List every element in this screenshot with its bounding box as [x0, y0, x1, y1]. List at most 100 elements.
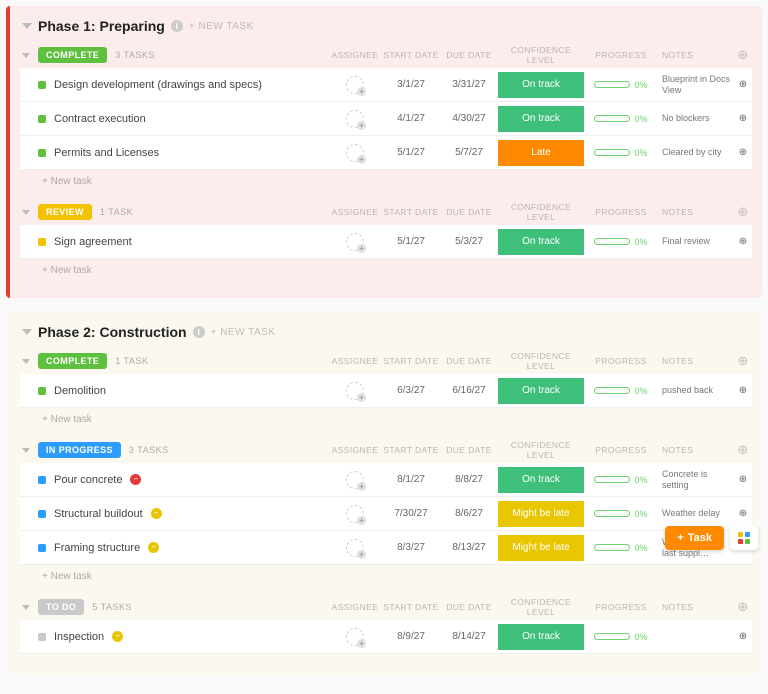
start-date[interactable]: 6/3/27 — [382, 385, 440, 396]
row-add-button[interactable]: ⊕ — [734, 236, 752, 247]
collapse-group-icon[interactable] — [22, 448, 30, 453]
column-header-progress[interactable]: PROGRESS — [584, 50, 658, 60]
notes-cell[interactable]: Weather delay — [658, 508, 734, 519]
confidence-level[interactable]: On track — [498, 467, 584, 493]
progress-bar[interactable] — [594, 510, 630, 517]
status-pill[interactable]: COMPLETE — [38, 47, 107, 63]
start-date[interactable]: 5/1/27 — [382, 147, 440, 158]
start-date[interactable]: 8/3/27 — [382, 542, 440, 553]
collapse-group-icon[interactable] — [22, 53, 30, 58]
add-column-button[interactable]: ⊕ — [734, 599, 752, 615]
column-header-confidence[interactable]: CONFIDENCE LEVEL — [498, 202, 584, 222]
notes-cell[interactable]: pushed back — [658, 385, 734, 396]
group-new-task-button[interactable]: + New task — [20, 408, 752, 427]
status-pill[interactable]: COMPLETE — [38, 353, 107, 369]
row-add-button[interactable]: ⊕ — [734, 474, 752, 485]
task-name[interactable]: Pour concrete — [54, 474, 122, 486]
due-date[interactable]: 4/30/27 — [440, 113, 498, 124]
column-header-due[interactable]: DUE DATE — [440, 50, 498, 60]
task-row[interactable]: Framing structure–8/3/278/13/27Might be … — [20, 531, 752, 565]
task-priority-dot-icon[interactable]: – — [151, 508, 162, 519]
assign-user-button[interactable] — [346, 233, 364, 251]
assign-user-button[interactable] — [346, 471, 364, 489]
collapse-group-icon[interactable] — [22, 359, 30, 364]
task-name[interactable]: Inspection — [54, 631, 104, 643]
phase-title[interactable]: Phase 1: Preparing — [38, 18, 165, 34]
add-column-button[interactable]: ⊕ — [734, 204, 752, 220]
column-header-due[interactable]: DUE DATE — [440, 356, 498, 366]
column-header-progress[interactable]: PROGRESS — [584, 602, 658, 612]
column-header-confidence[interactable]: CONFIDENCE LEVEL — [498, 45, 584, 65]
confidence-level[interactable]: Might be late — [498, 501, 584, 527]
info-icon[interactable]: i — [193, 326, 205, 338]
group-new-task-button[interactable]: + New task — [20, 259, 752, 278]
task-priority-dot-icon[interactable]: – — [148, 542, 159, 553]
add-column-button[interactable]: ⊕ — [734, 47, 752, 63]
progress-bar[interactable] — [594, 81, 630, 88]
collapse-group-icon[interactable] — [22, 210, 30, 215]
confidence-level[interactable]: Late — [498, 140, 584, 166]
due-date[interactable]: 5/3/27 — [440, 236, 498, 247]
due-date[interactable]: 8/14/27 — [440, 631, 498, 642]
start-date[interactable]: 8/9/27 — [382, 631, 440, 642]
progress-bar[interactable] — [594, 387, 630, 394]
column-header-confidence[interactable]: CONFIDENCE LEVEL — [498, 440, 584, 460]
add-column-button[interactable]: ⊕ — [734, 442, 752, 458]
add-column-button[interactable]: ⊕ — [734, 353, 752, 369]
task-row[interactable]: Inspection–8/9/278/14/27On track0%⊕ — [20, 620, 752, 654]
row-add-button[interactable]: ⊕ — [734, 113, 752, 124]
group-new-task-button[interactable]: + New task — [20, 565, 752, 584]
task-status-square-icon[interactable] — [38, 238, 46, 246]
column-header-start[interactable]: START DATE — [382, 50, 440, 60]
confidence-level[interactable]: On track — [498, 229, 584, 255]
column-header-assignee[interactable]: ASSIGNEE — [328, 207, 382, 217]
notes-cell[interactable]: No blockers — [658, 113, 734, 124]
due-date[interactable]: 6/16/27 — [440, 385, 498, 396]
column-header-progress[interactable]: PROGRESS — [584, 445, 658, 455]
column-header-start[interactable]: START DATE — [382, 602, 440, 612]
task-row[interactable]: Permits and Licenses5/1/275/7/27Late0%Cl… — [20, 136, 752, 170]
column-header-due[interactable]: DUE DATE — [440, 602, 498, 612]
task-status-square-icon[interactable] — [38, 476, 46, 484]
column-header-due[interactable]: DUE DATE — [440, 207, 498, 217]
task-status-square-icon[interactable] — [38, 81, 46, 89]
column-header-notes[interactable]: NOTES — [658, 356, 734, 366]
task-priority-dot-icon[interactable]: – — [130, 474, 141, 485]
task-status-square-icon[interactable] — [38, 387, 46, 395]
due-date[interactable]: 5/7/27 — [440, 147, 498, 158]
task-name[interactable]: Contract execution — [54, 113, 146, 125]
task-name[interactable]: Demolition — [54, 385, 106, 397]
task-status-square-icon[interactable] — [38, 544, 46, 552]
task-name[interactable]: Structural buildout — [54, 508, 143, 520]
assign-user-button[interactable] — [346, 628, 364, 646]
group-new-task-button[interactable]: + New task — [20, 170, 752, 189]
new-task-fab[interactable]: + Task — [665, 526, 724, 550]
phase-new-task-button[interactable]: + NEW TASK — [189, 21, 254, 32]
assign-user-button[interactable] — [346, 76, 364, 94]
progress-bar[interactable] — [594, 115, 630, 122]
column-header-progress[interactable]: PROGRESS — [584, 356, 658, 366]
progress-bar[interactable] — [594, 544, 630, 551]
column-header-due[interactable]: DUE DATE — [440, 445, 498, 455]
collapse-phase-icon[interactable] — [22, 329, 32, 335]
status-pill[interactable]: REVIEW — [38, 204, 92, 220]
progress-bar[interactable] — [594, 149, 630, 156]
start-date[interactable]: 5/1/27 — [382, 236, 440, 247]
column-header-confidence[interactable]: CONFIDENCE LEVEL — [498, 351, 584, 371]
task-status-square-icon[interactable] — [38, 510, 46, 518]
confidence-level[interactable]: On track — [498, 106, 584, 132]
progress-bar[interactable] — [594, 633, 630, 640]
column-header-confidence[interactable]: CONFIDENCE LEVEL — [498, 597, 584, 617]
notes-cell[interactable]: Blueprint in Docs View — [658, 74, 734, 96]
row-add-button[interactable]: ⊕ — [734, 631, 752, 642]
task-status-square-icon[interactable] — [38, 149, 46, 157]
task-row[interactable]: Structural buildout–7/30/278/6/27Might b… — [20, 497, 752, 531]
due-date[interactable]: 3/31/27 — [440, 79, 498, 90]
row-add-button[interactable]: ⊕ — [734, 385, 752, 396]
task-status-square-icon[interactable] — [38, 633, 46, 641]
column-header-assignee[interactable]: ASSIGNEE — [328, 356, 382, 366]
column-header-assignee[interactable]: ASSIGNEE — [328, 602, 382, 612]
column-header-start[interactable]: START DATE — [382, 356, 440, 366]
task-row[interactable]: Sign agreement5/1/275/3/27On track0%Fina… — [20, 225, 752, 259]
start-date[interactable]: 7/30/27 — [382, 508, 440, 519]
